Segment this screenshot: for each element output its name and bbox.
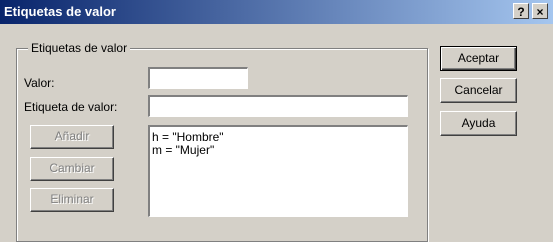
remove-button[interactable]: Eliminar [30,188,114,212]
ok-button[interactable]: Aceptar [440,46,517,71]
help-button[interactable]: Ayuda [440,111,517,136]
help-icon[interactable]: ? [513,3,529,19]
remove-button-label: Eliminar [50,192,94,206]
dialog-body: Etiquetas de valor Valor: Etiqueta de va… [0,24,553,242]
cancel-button-label: Cancelar [454,83,503,97]
label-field[interactable] [148,95,408,117]
value-label-text: Valor: [24,76,55,90]
window-title: Etiquetas de valor [4,4,116,19]
value-field[interactable] [148,67,248,89]
list-item[interactable]: m = "Mujer" [150,144,407,157]
label-label-text: Etiqueta de valor: [24,100,118,114]
close-icon[interactable]: × [532,3,548,19]
value-label: Valor: [24,76,54,90]
title-bar: Etiquetas de valor ? × [0,0,553,24]
group-legend: Etiquetas de valor [28,41,131,55]
ok-button-label: Aceptar [457,51,500,65]
value-input[interactable] [150,69,247,88]
value-label-list[interactable]: h = "Hombre" m = "Mujer" [148,125,408,217]
help-button-label: Ayuda [461,116,496,130]
change-button[interactable]: Cambiar [30,157,114,181]
add-button-label: Añadir [54,129,90,143]
label-label: Etiqueta de valor: [24,100,117,114]
cancel-button[interactable]: Cancelar [440,78,517,103]
change-button-label: Cambiar [49,161,95,175]
add-button[interactable]: Añadir [30,125,114,149]
label-input[interactable] [150,97,407,116]
